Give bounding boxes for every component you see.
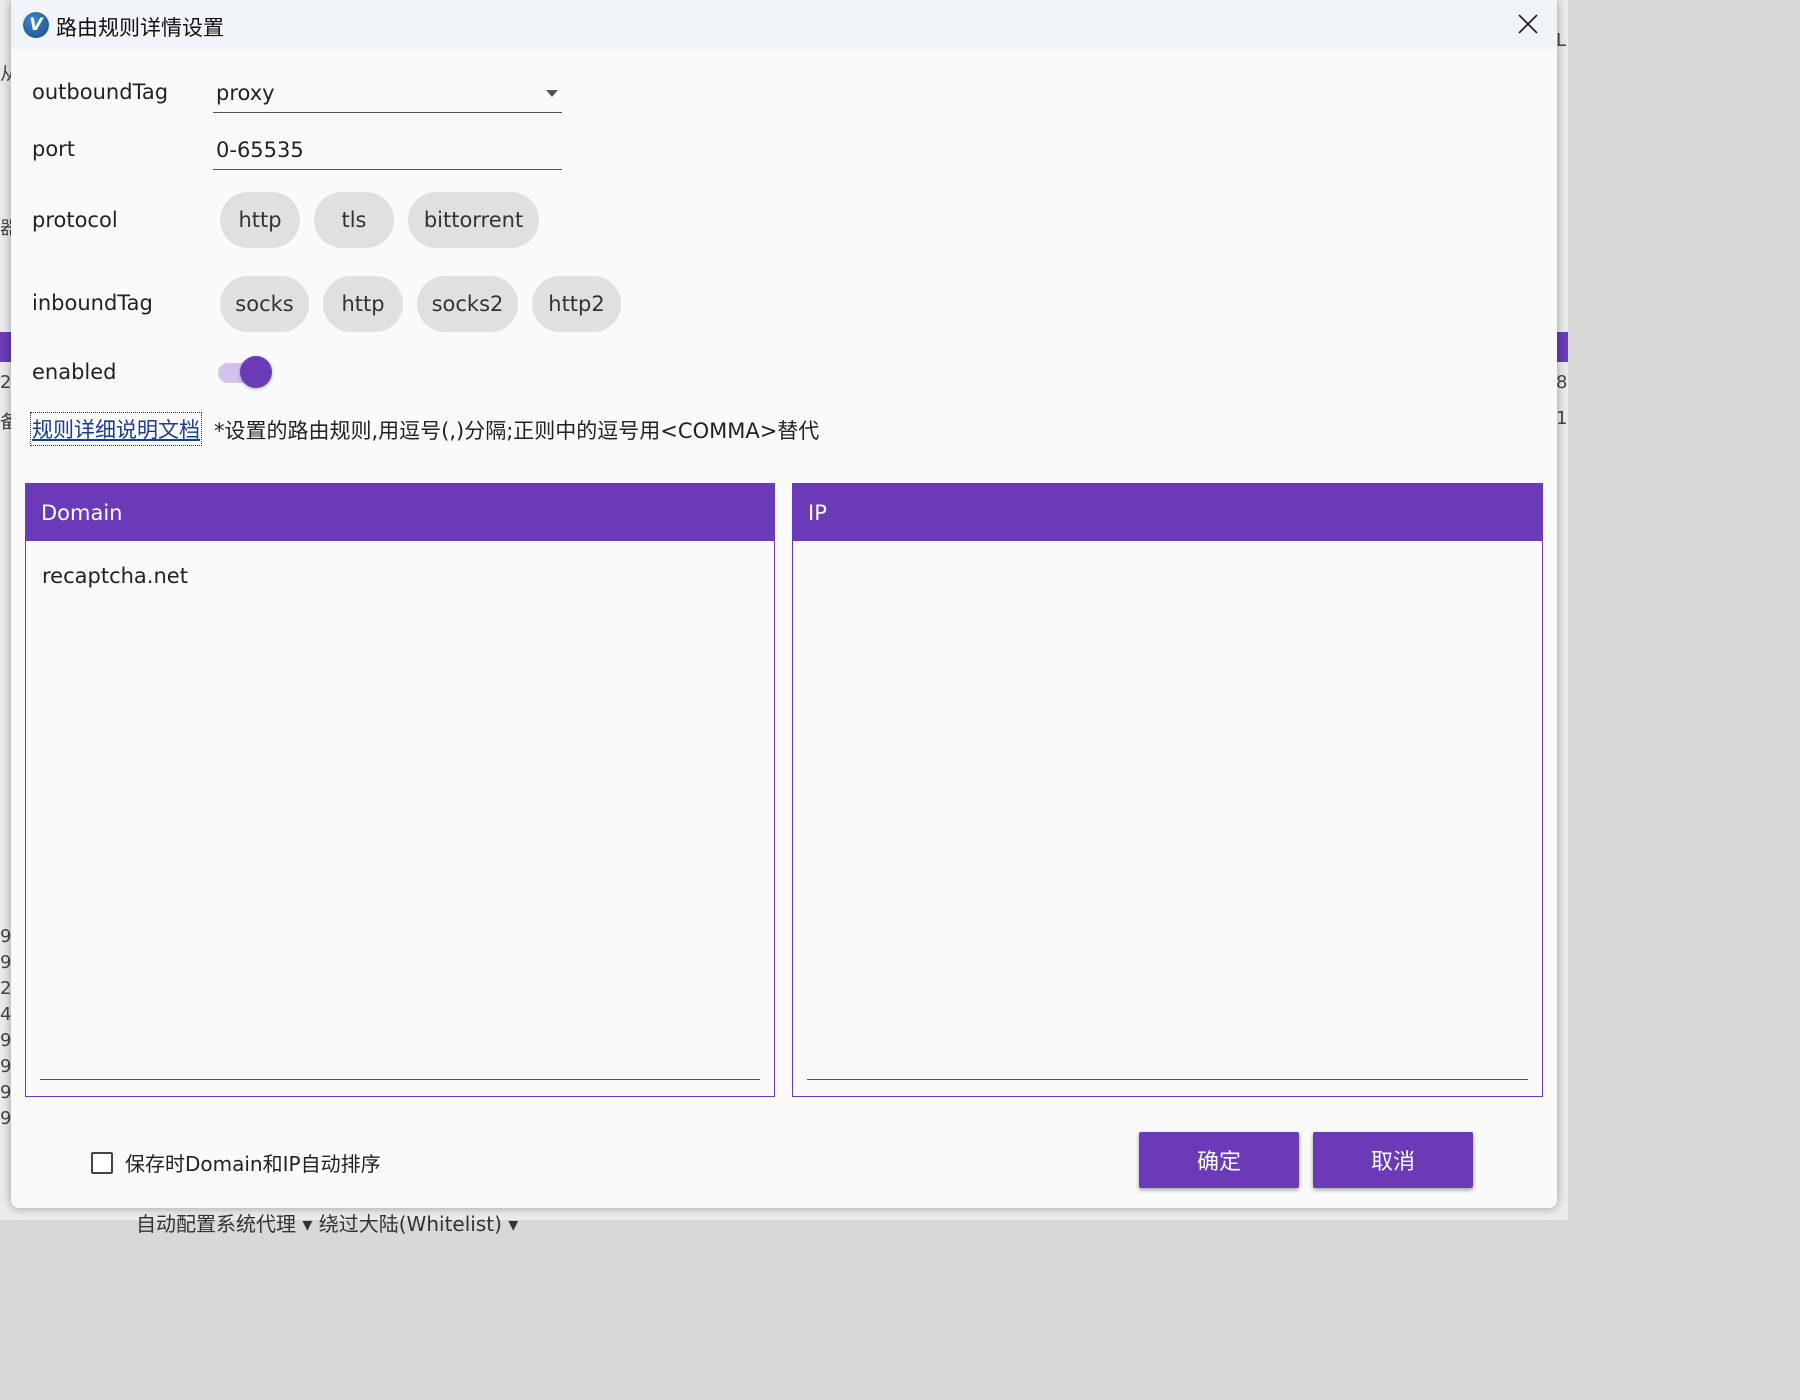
ip-input-underline [807,1079,1528,1080]
background-row-highlight [1556,332,1568,362]
rule-docs-link[interactable]: 规则详细说明文档 [30,412,202,446]
protocol-chip-bittorrent[interactable]: bittorrent [408,192,539,248]
toggle-thumb [240,356,272,388]
port-input[interactable]: 0-65535 [213,130,562,170]
domain-textarea[interactable]: recaptcha.net [42,564,188,588]
auto-sort-label: 保存时Domain和IP自动排序 [125,1152,381,1176]
close-button[interactable] [1513,9,1543,39]
protocol-label: protocol [32,208,118,232]
cancel-button[interactable]: 取消 [1313,1132,1473,1188]
ip-panel-header: IP [793,484,1542,541]
close-icon [1518,14,1538,34]
outbound-tag-select[interactable]: proxy [213,73,562,113]
routing-rule-dialog: V 路由规则详情设置 outboundTag proxy port 0-6553… [11,0,1557,1208]
domain-input-underline [40,1079,760,1080]
confirm-button[interactable]: 确定 [1139,1132,1299,1188]
enabled-toggle[interactable] [218,356,274,390]
enabled-label: enabled [32,360,117,384]
rule-hint-text: *设置的路由规则,用逗号(,)分隔;正则中的逗号用<COMMA>替代 [214,419,820,443]
inbound-tag-label: inboundTag [32,291,153,315]
checkbox-box[interactable] [91,1151,113,1174]
port-value: 0-65535 [216,137,304,162]
inbound-chip-socks2[interactable]: socks2 [417,276,518,332]
domain-panel-header: Domain [26,484,774,541]
window-title: 路由规则详情设置 [56,16,224,40]
title-bar: V 路由规则详情设置 [11,0,1557,50]
inbound-chip-http[interactable]: http [323,276,403,332]
inbound-chip-socks[interactable]: socks [220,276,309,332]
inbound-chip-http2[interactable]: http2 [532,276,621,332]
chevron-down-icon [546,90,558,97]
app-logo-icon: V [23,12,49,38]
outbound-tag-label: outboundTag [32,80,169,104]
protocol-chip-http[interactable]: http [220,192,300,248]
ip-panel: IP [792,483,1543,1097]
background-statusbar: 自动配置系统代理 ▾ 绕过大陆(Whitelist) ▾ [136,1212,519,1236]
auto-sort-checkbox[interactable]: 保存时Domain和IP自动排序 [91,1148,381,1177]
outbound-tag-value: proxy [216,80,275,105]
domain-panel: Domain recaptcha.net [25,483,775,1097]
protocol-chip-tls[interactable]: tls [314,192,394,248]
port-label: port [32,137,76,161]
